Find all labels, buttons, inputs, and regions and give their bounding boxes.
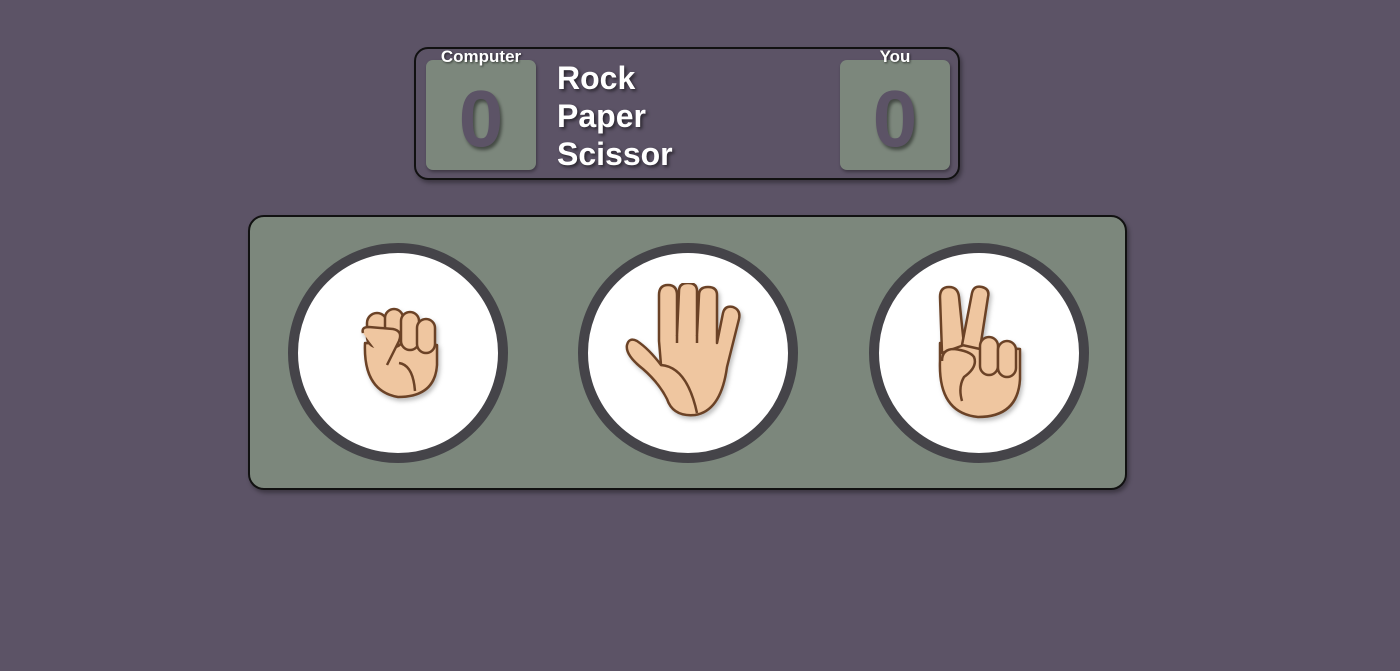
raised-fist-icon (361, 307, 439, 399)
game-page: Computer 0 Rock Paper Scissor You 0 (0, 0, 1400, 671)
you-score-label: You (879, 47, 911, 66)
scoreboard: Computer 0 Rock Paper Scissor You 0 (414, 47, 960, 180)
title-line-scissor: Scissor (557, 136, 673, 172)
computer-score-label: Computer (440, 47, 522, 66)
you-score-box: You 0 (840, 47, 950, 170)
choices-panel (248, 215, 1127, 490)
rock-button[interactable] (288, 243, 508, 463)
raised-hand-icon (625, 283, 741, 417)
computer-score-value: 0 (458, 74, 504, 163)
paper-button[interactable] (578, 243, 798, 463)
you-score-value: 0 (872, 74, 918, 163)
game-title: Rock Paper Scissor (557, 59, 673, 173)
victory-hand-icon (938, 285, 1022, 419)
scissor-button[interactable] (869, 243, 1089, 463)
computer-score-box: Computer 0 (426, 47, 536, 170)
title-line-paper: Paper (557, 98, 646, 134)
title-line-rock: Rock (557, 60, 636, 96)
